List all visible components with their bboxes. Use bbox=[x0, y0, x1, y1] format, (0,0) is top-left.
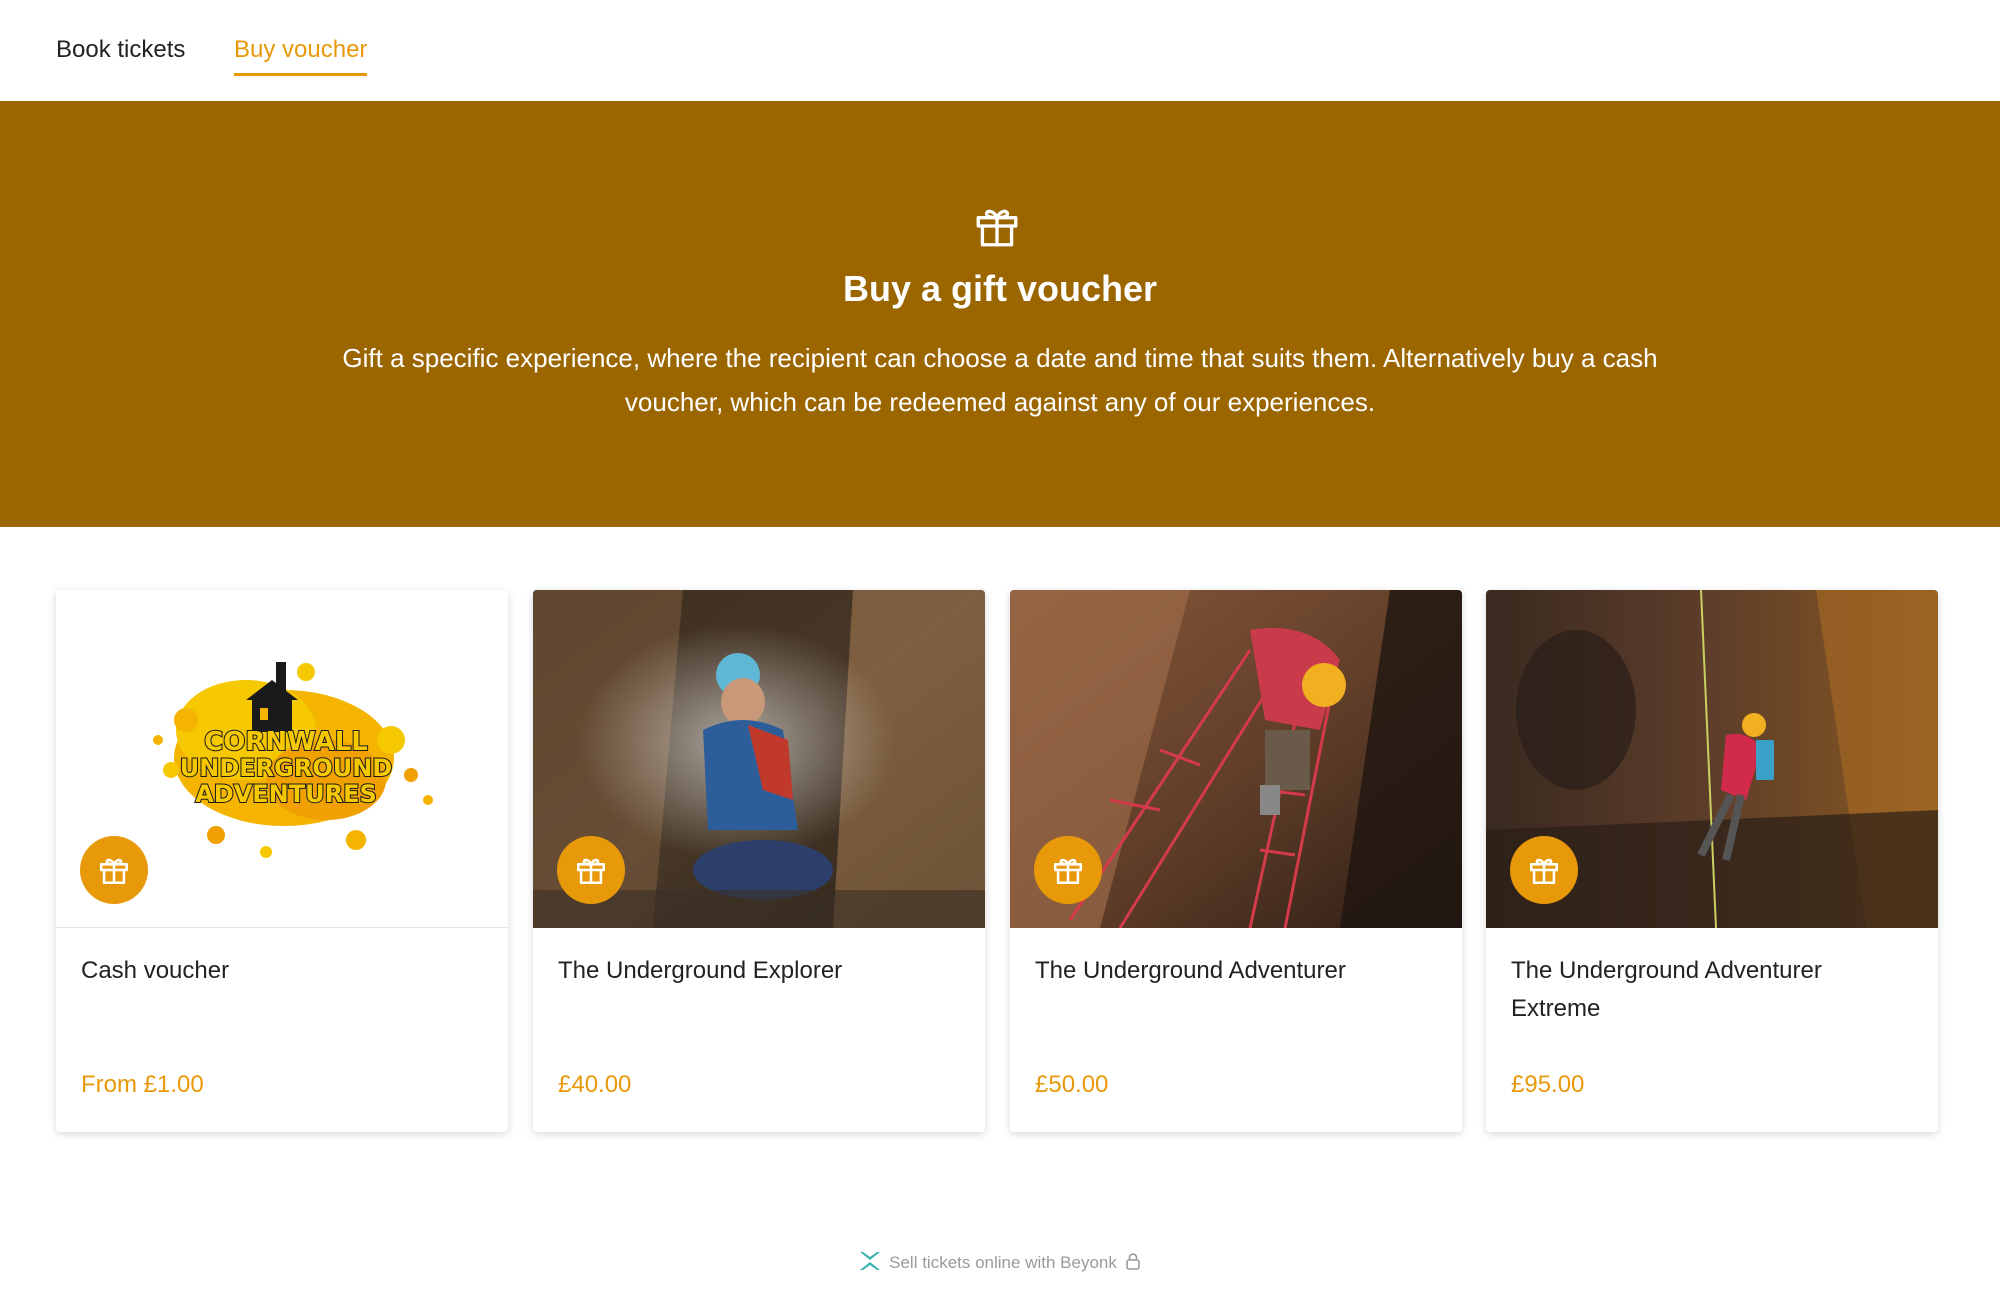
card-image-cave-explorer-photo bbox=[533, 590, 985, 928]
card-image-cave-rappel-photo bbox=[1486, 590, 1938, 928]
hero-banner: Buy a gift voucher Gift a specific exper… bbox=[0, 101, 2000, 527]
tab-book-tickets-label: Book tickets bbox=[56, 36, 186, 63]
card-image-cave-ladder-photo bbox=[1010, 590, 1462, 928]
voucher-card-underground-explorer[interactable]: The Underground Explorer £40.00 bbox=[533, 590, 985, 1132]
hero-description: Gift a specific experience, where the re… bbox=[342, 343, 1658, 417]
active-tab-indicator bbox=[234, 73, 368, 76]
tab-book-tickets[interactable]: Book tickets bbox=[56, 30, 185, 76]
hero-title: Buy a gift voucher bbox=[842, 268, 1158, 309]
lock-icon bbox=[1125, 1252, 1141, 1275]
logo-text-line-1: CORNWALL bbox=[204, 727, 368, 757]
voucher-card-cash[interactable]: CORNWALL UNDERGROUND ADVENTURES Cash vou… bbox=[56, 590, 508, 1132]
engine-house-icon bbox=[246, 662, 298, 732]
gift-badge-icon bbox=[557, 836, 625, 904]
logo-text-line-2: UNDERGROUND bbox=[180, 754, 392, 782]
voucher-card-underground-adventurer-extreme[interactable]: The Underground Adventurer Extreme £95.0… bbox=[1486, 590, 1938, 1132]
card-image-logo: CORNWALL UNDERGROUND ADVENTURES bbox=[56, 590, 508, 928]
voucher-card-list: CORNWALL UNDERGROUND ADVENTURES Cash vou… bbox=[0, 590, 2000, 1132]
card-price: £95.00 bbox=[1511, 1071, 1585, 1098]
gift-badge-icon bbox=[1510, 836, 1578, 904]
card-title: The Underground Explorer bbox=[558, 957, 843, 984]
card-title: The Underground Adventurer bbox=[1035, 957, 1346, 984]
gift-badge-icon bbox=[80, 836, 148, 904]
top-nav: Book tickets Buy voucher bbox=[0, 0, 2000, 101]
voucher-card-underground-adventurer[interactable]: The Underground Adventurer £50.00 bbox=[1010, 590, 1462, 1132]
tab-buy-voucher[interactable]: Buy voucher bbox=[234, 30, 368, 76]
card-title: Cash voucher bbox=[81, 957, 230, 984]
logo-text-line-3: ADVENTURES bbox=[195, 780, 377, 808]
card-price: From £1.00 bbox=[81, 1071, 204, 1098]
footer-beyonk-link[interactable]: Sell tickets online with Beyonk bbox=[889, 1253, 1117, 1273]
tab-buy-voucher-label: Buy voucher bbox=[234, 36, 368, 63]
footer: Sell tickets online with Beyonk bbox=[0, 1248, 2000, 1278]
beyonk-logo-icon bbox=[859, 1251, 881, 1276]
card-price: £50.00 bbox=[1035, 1071, 1109, 1098]
card-price: £40.00 bbox=[558, 1071, 632, 1098]
card-title: The Underground Adventurer Extreme bbox=[1511, 957, 1822, 1022]
gift-badge-icon bbox=[1034, 836, 1102, 904]
gift-icon bbox=[972, 201, 1022, 251]
